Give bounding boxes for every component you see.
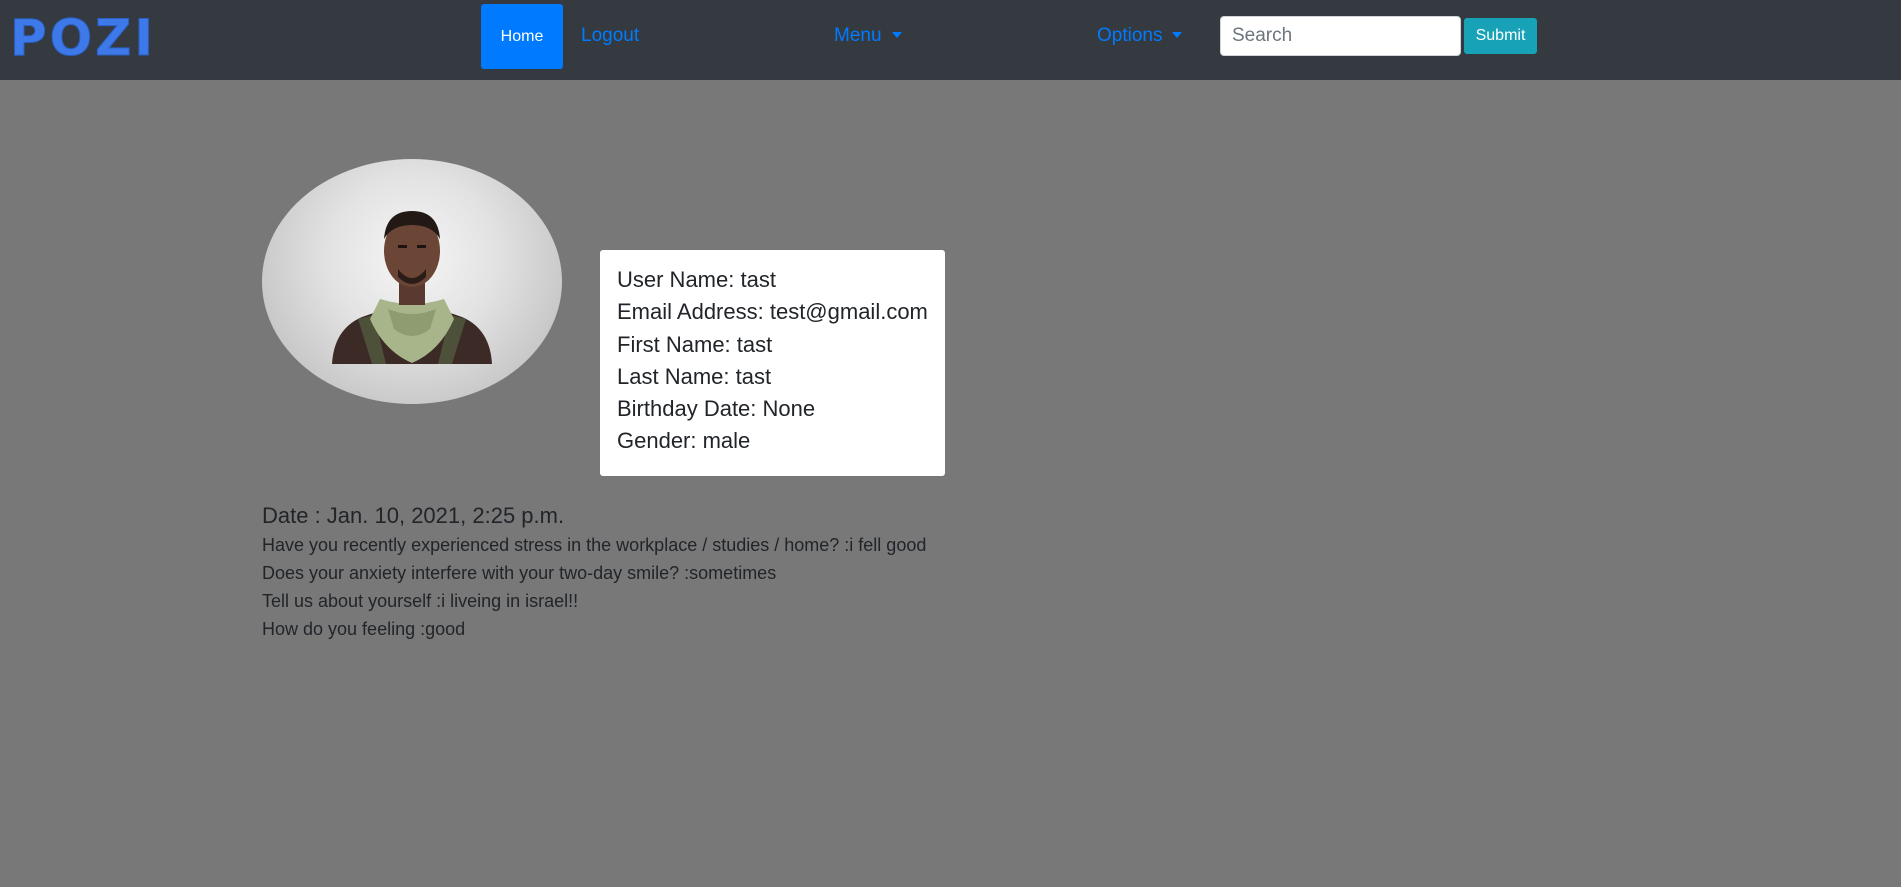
search-submit-button[interactable]: Submit bbox=[1464, 18, 1537, 54]
profile-info-card: User Name: tast Email Address: test@gmai… bbox=[600, 250, 945, 476]
profile-first-name: First Name: tast bbox=[617, 331, 773, 357]
nav-options-dropdown[interactable]: Options bbox=[1097, 24, 1183, 48]
avatar-portrait-image bbox=[332, 211, 492, 364]
top-navbar: POZI Home Logout Menu Options Submit bbox=[0, 0, 1901, 80]
profile-avatar bbox=[262, 159, 562, 404]
entry-date: Date : Jan. 10, 2021, 2:25 p.m. bbox=[262, 503, 565, 528]
profile-last-name: Last Name: tast bbox=[617, 363, 772, 389]
nav-options-label: Options bbox=[1097, 25, 1163, 46]
profile-username: User Name: tast bbox=[617, 267, 776, 292]
brand-logo[interactable]: POZI bbox=[9, 12, 156, 65]
caret-down-icon bbox=[1172, 32, 1183, 38]
caret-down-icon bbox=[891, 32, 902, 38]
entry-answer: Does your anxiety interfere with your tw… bbox=[262, 563, 777, 583]
profile-email: Email Address: test@gmail.com bbox=[617, 299, 928, 325]
nav-menu-dropdown[interactable]: Menu bbox=[834, 24, 902, 48]
entry-answer: Tell us about yourself :i liveing in isr… bbox=[262, 591, 579, 611]
profile-gender: Gender: male bbox=[617, 428, 751, 454]
nav-menu-label: Menu bbox=[834, 25, 882, 46]
nav-logout-link[interactable]: Logout bbox=[581, 24, 639, 48]
entry-answer: How do you feeling :good bbox=[262, 619, 466, 639]
entry-answer: Have you recently experienced stress in … bbox=[262, 535, 927, 555]
nav-home-button[interactable]: Home bbox=[481, 4, 563, 69]
profile-birthday: Birthday Date: None bbox=[617, 396, 816, 422]
search-input[interactable] bbox=[1220, 16, 1461, 56]
